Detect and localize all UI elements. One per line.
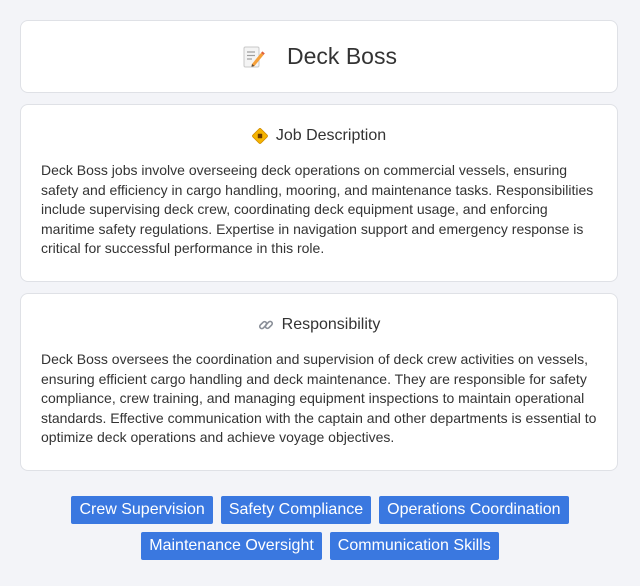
responsibility-heading: Responsibility	[281, 316, 381, 333]
tag-crew-supervision[interactable]: Crew Supervision	[71, 496, 213, 524]
tag-row-2: Maintenance Oversight Communication Skil…	[0, 532, 640, 560]
responsibility-header: Responsibility	[21, 316, 617, 334]
memo-pencil-icon	[241, 45, 265, 69]
page-title: Deck Boss	[287, 43, 397, 69]
job-description-card: Job Description Deck Boss jobs involve o…	[20, 104, 618, 282]
diamond-sign-icon	[252, 128, 268, 144]
tag-row-1: Crew Supervision Safety Compliance Opera…	[0, 496, 640, 524]
responsibility-card: Responsibility Deck Boss oversees the co…	[20, 293, 618, 471]
job-description-text: Deck Boss jobs involve overseeing deck o…	[41, 162, 594, 256]
tag-maintenance-oversight[interactable]: Maintenance Oversight	[141, 532, 322, 560]
link-icon	[258, 317, 274, 333]
job-description-heading: Job Description	[275, 127, 387, 144]
title-card: Deck Boss	[20, 20, 618, 93]
skill-tags: Crew Supervision Safety Compliance Opera…	[0, 496, 640, 568]
tag-communication-skills[interactable]: Communication Skills	[329, 532, 499, 560]
job-description-header: Job Description	[21, 127, 617, 145]
tag-safety-compliance[interactable]: Safety Compliance	[220, 496, 372, 524]
responsibility-text: Deck Boss oversees the coordination and …	[41, 351, 597, 445]
tag-operations-coordination[interactable]: Operations Coordination	[379, 496, 569, 524]
